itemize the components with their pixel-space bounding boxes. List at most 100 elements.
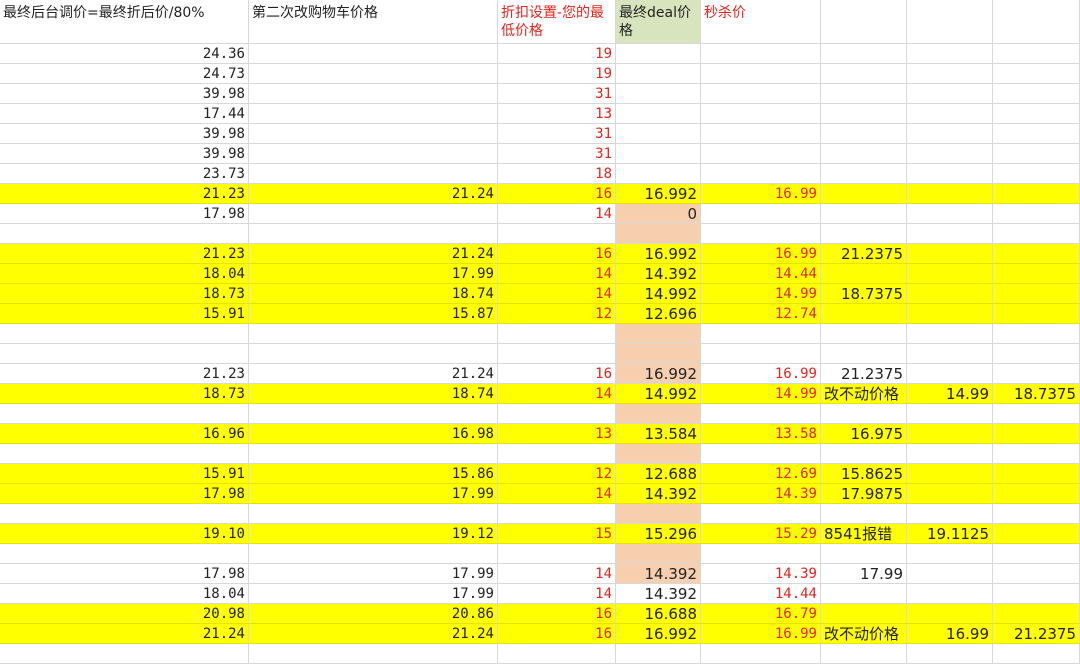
table-cell[interactable] — [993, 204, 1080, 224]
table-cell[interactable] — [616, 144, 701, 164]
table-cell[interactable]: 13.58 — [701, 424, 821, 444]
table-cell[interactable]: 17.99 — [249, 584, 498, 604]
table-cell[interactable] — [993, 264, 1080, 284]
table-cell[interactable] — [993, 564, 1080, 584]
table-cell[interactable] — [993, 404, 1080, 424]
table-cell[interactable]: 17.98 — [0, 484, 249, 504]
table-cell[interactable] — [249, 64, 498, 84]
table-cell[interactable]: 16.688 — [616, 604, 701, 624]
table-cell[interactable] — [907, 64, 993, 84]
table-cell[interactable]: 14.392 — [616, 564, 701, 584]
table-cell[interactable] — [249, 44, 498, 64]
table-cell[interactable] — [821, 404, 907, 424]
table-cell[interactable]: 31 — [498, 84, 616, 104]
table-cell[interactable] — [907, 264, 993, 284]
table-cell[interactable]: 14 — [498, 284, 616, 304]
table-cell[interactable]: 18.74 — [249, 284, 498, 304]
table-cell[interactable] — [616, 404, 701, 424]
table-cell[interactable] — [907, 44, 993, 64]
table-cell[interactable]: 14.392 — [616, 484, 701, 504]
table-cell[interactable] — [616, 444, 701, 464]
table-cell[interactable] — [993, 224, 1080, 244]
table-cell[interactable]: 16.99 — [701, 244, 821, 264]
table-cell[interactable] — [701, 344, 821, 364]
table-cell[interactable] — [907, 304, 993, 324]
table-cell[interactable] — [616, 124, 701, 144]
table-cell[interactable]: 13.584 — [616, 424, 701, 444]
table-cell[interactable]: 21.2375 — [821, 364, 907, 384]
table-cell[interactable]: 12.688 — [616, 464, 701, 484]
table-cell[interactable] — [907, 204, 993, 224]
table-cell[interactable]: 16 — [498, 244, 616, 264]
table-cell[interactable] — [907, 444, 993, 464]
table-cell[interactable] — [616, 224, 701, 244]
table-cell[interactable] — [701, 164, 821, 184]
table-cell[interactable] — [249, 404, 498, 424]
table-cell[interactable]: 21.23 — [0, 244, 249, 264]
table-cell[interactable]: 14.992 — [616, 284, 701, 304]
table-cell[interactable] — [993, 504, 1080, 524]
table-cell[interactable] — [993, 364, 1080, 384]
table-cell[interactable] — [701, 144, 821, 164]
table-cell[interactable] — [993, 324, 1080, 344]
table-cell[interactable] — [821, 104, 907, 124]
table-cell[interactable] — [821, 144, 907, 164]
table-cell[interactable]: 17.99 — [821, 564, 907, 584]
table-cell[interactable] — [993, 604, 1080, 624]
table-cell[interactable] — [701, 324, 821, 344]
table-cell[interactable] — [498, 504, 616, 524]
table-cell[interactable] — [821, 344, 907, 364]
table-cell[interactable]: 15 — [498, 524, 616, 544]
table-cell[interactable]: 31 — [498, 144, 616, 164]
table-cell[interactable]: 19.12 — [249, 524, 498, 544]
table-cell[interactable] — [821, 444, 907, 464]
table-cell[interactable]: 16 — [498, 624, 616, 644]
table-cell[interactable]: 15.29 — [701, 524, 821, 544]
table-cell[interactable] — [701, 504, 821, 524]
header-cell[interactable]: 第二次改购物车价格 — [249, 0, 498, 44]
table-cell[interactable] — [701, 64, 821, 84]
table-cell[interactable]: 21.24 — [249, 184, 498, 204]
table-cell[interactable] — [821, 584, 907, 604]
header-cell[interactable]: 秒杀价 — [701, 0, 821, 44]
table-cell[interactable] — [0, 324, 249, 344]
table-cell[interactable] — [0, 404, 249, 424]
table-cell[interactable]: 14.99 — [701, 284, 821, 304]
table-cell[interactable]: 24.73 — [0, 64, 249, 84]
table-cell[interactable]: 12.696 — [616, 304, 701, 324]
table-cell[interactable]: 18.7375 — [821, 284, 907, 304]
table-cell[interactable] — [701, 444, 821, 464]
table-cell[interactable]: 17.9875 — [821, 484, 907, 504]
table-cell[interactable] — [907, 164, 993, 184]
table-cell[interactable] — [993, 524, 1080, 544]
table-cell[interactable] — [249, 84, 498, 104]
table-cell[interactable] — [907, 124, 993, 144]
table-cell[interactable] — [821, 44, 907, 64]
table-cell[interactable] — [993, 244, 1080, 264]
table-cell[interactable] — [907, 244, 993, 264]
table-cell[interactable] — [701, 104, 821, 124]
table-cell[interactable] — [821, 224, 907, 244]
table-cell[interactable] — [907, 224, 993, 244]
table-cell[interactable] — [993, 64, 1080, 84]
table-cell[interactable] — [907, 324, 993, 344]
table-cell[interactable] — [498, 224, 616, 244]
table-cell[interactable]: 21.2375 — [821, 244, 907, 264]
table-cell[interactable]: 21.24 — [249, 244, 498, 264]
table-cell[interactable] — [701, 84, 821, 104]
table-cell[interactable]: 改不动价格 — [821, 384, 907, 404]
table-cell[interactable]: 39.98 — [0, 144, 249, 164]
table-cell[interactable] — [821, 264, 907, 284]
table-cell[interactable]: 21.24 — [0, 624, 249, 644]
table-cell[interactable] — [993, 84, 1080, 104]
table-cell[interactable] — [907, 144, 993, 164]
table-cell[interactable]: 17.99 — [249, 564, 498, 584]
table-cell[interactable] — [993, 164, 1080, 184]
table-cell[interactable] — [907, 504, 993, 524]
table-cell[interactable] — [0, 544, 249, 564]
table-cell[interactable]: 19.1125 — [907, 524, 993, 544]
table-cell[interactable] — [821, 184, 907, 204]
table-cell[interactable]: 16 — [498, 184, 616, 204]
table-cell[interactable]: 14.392 — [616, 264, 701, 284]
table-cell[interactable] — [993, 284, 1080, 304]
